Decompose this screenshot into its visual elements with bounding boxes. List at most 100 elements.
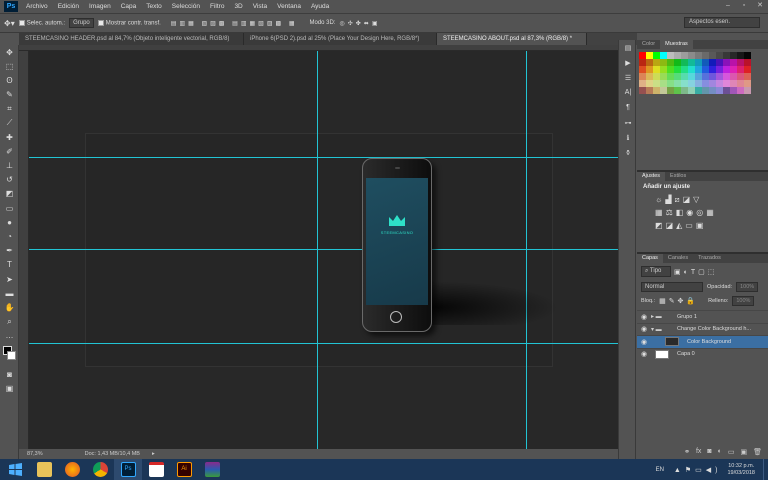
screen-mode-icon[interactable]: ▣ [0, 381, 19, 395]
clock[interactable]: 10:32 p.m. 19/03/2018 [727, 463, 755, 477]
swatch[interactable] [667, 87, 674, 94]
swatch[interactable] [737, 52, 744, 59]
invert-icon[interactable]: ◩ [655, 221, 666, 230]
taskbar-chrome[interactable] [86, 459, 114, 480]
swatch[interactable] [646, 59, 653, 66]
show-desktop-button[interactable] [763, 459, 768, 480]
swatch[interactable] [639, 80, 646, 87]
delete-layer-icon[interactable]: 🗑 [753, 448, 762, 458]
taskbar-illustrator[interactable]: Ai [170, 459, 198, 480]
swatch[interactable] [660, 80, 667, 87]
status-arrow-icon[interactable]: ▸ [152, 451, 155, 457]
swatch[interactable] [646, 52, 653, 59]
layer-row[interactable]: ◉ Capa 0 [637, 347, 768, 361]
swatch[interactable] [653, 59, 660, 66]
swatch[interactable] [660, 52, 667, 59]
swatch[interactable] [653, 52, 660, 59]
swatch[interactable] [674, 87, 681, 94]
history-icon[interactable]: ▤ [619, 40, 637, 55]
swatch[interactable] [695, 80, 702, 87]
dodge-tool-icon[interactable]: ◔ [0, 229, 19, 243]
mask-icon[interactable]: ◙ [707, 448, 711, 458]
tab-steemcasino-header[interactable]: STEEMCASINO HEADER.psd al 84,7% (Objeto … [19, 33, 244, 45]
guide-line[interactable] [526, 51, 527, 449]
paragraph-icon[interactable]: ¶ [619, 100, 637, 115]
swatch[interactable] [681, 66, 688, 73]
curves-icon[interactable]: ⧄ [675, 195, 683, 204]
tab-iphone6[interactable]: iPhone 6(PSD 2).psd al 25% (Place Your D… [244, 33, 437, 45]
swatch[interactable] [674, 66, 681, 73]
menu-archivo[interactable]: Archivo [21, 3, 53, 10]
swatch[interactable] [744, 59, 751, 66]
brush-presets-icon[interactable]: ⊶ [619, 115, 637, 130]
swatch[interactable] [723, 80, 730, 87]
menu-filtro[interactable]: Filtro [205, 3, 229, 10]
swatch[interactable] [660, 73, 667, 80]
swatch[interactable] [716, 87, 723, 94]
new-group-icon[interactable]: ▭ [728, 448, 735, 458]
brightness-icon[interactable]: ☼ [655, 195, 665, 204]
swatch[interactable] [730, 87, 737, 94]
pen-tool-icon[interactable]: ✒ [0, 244, 19, 258]
swatch[interactable] [716, 66, 723, 73]
swatch[interactable] [744, 52, 751, 59]
swatch[interactable] [709, 59, 716, 66]
swatch[interactable] [709, 80, 716, 87]
swatch[interactable] [646, 80, 653, 87]
guide-line[interactable] [29, 249, 633, 250]
tab-styles[interactable]: Estilos [665, 172, 691, 181]
swatch[interactable] [709, 66, 716, 73]
opacity-input[interactable]: 100% [736, 282, 759, 292]
menu-vista[interactable]: Vista [248, 3, 272, 10]
swatch[interactable] [730, 73, 737, 80]
selective-color-icon[interactable]: ▣ [696, 221, 707, 230]
guide-line[interactable] [29, 157, 633, 158]
tab-adjustments[interactable]: Ajustes [637, 172, 666, 181]
lasso-tool-icon[interactable]: ʘ [0, 73, 19, 87]
swatch[interactable] [737, 66, 744, 73]
tray-icons[interactable]: ▲⚑▭◀) [674, 466, 722, 474]
marquee-tool-icon[interactable]: ⬚ [0, 59, 19, 73]
swatch[interactable] [639, 73, 646, 80]
balance-icon[interactable]: ⚖ [666, 208, 676, 217]
swatch[interactable] [695, 87, 702, 94]
eyedropper-tool-icon[interactable]: ⟋ [0, 116, 19, 130]
workspace-dropdown[interactable]: Aspectos esen. [684, 17, 760, 28]
move-tool-icon[interactable]: ✥ [0, 45, 19, 59]
stamp-tool-icon[interactable]: ⊥ [0, 159, 19, 173]
taskbar-explorer[interactable] [30, 459, 58, 480]
visibility-eye-icon[interactable]: ◉ [637, 313, 651, 321]
swatch[interactable] [660, 87, 667, 94]
swatch[interactable] [639, 59, 646, 66]
start-button[interactable] [0, 459, 30, 480]
swatch[interactable] [688, 73, 695, 80]
tab-swatches[interactable]: Muestras [660, 40, 693, 49]
tab-layers[interactable]: Capas [637, 254, 663, 263]
swatch[interactable] [702, 66, 709, 73]
swatch[interactable] [716, 73, 723, 80]
swatch[interactable] [723, 73, 730, 80]
swatch[interactable] [653, 73, 660, 80]
swatch[interactable] [702, 59, 709, 66]
zoom-tool-icon[interactable]: ⌕ [0, 315, 19, 329]
exposure-icon[interactable]: ◪ [683, 195, 694, 204]
menu-ayuda[interactable]: Ayuda [306, 3, 334, 10]
filter-icons[interactable]: ▣◐T▢⬚ [674, 268, 717, 276]
swatch[interactable] [674, 59, 681, 66]
swatch[interactable] [667, 66, 674, 73]
swatch[interactable] [730, 66, 737, 73]
gradient-tool-icon[interactable]: ▭ [0, 201, 19, 215]
swatch[interactable] [744, 80, 751, 87]
bw-icon[interactable]: ◧ [676, 208, 687, 217]
quick-mask-icon[interactable]: ◙ [0, 367, 19, 381]
swatch[interactable] [681, 59, 688, 66]
new-layer-icon[interactable]: ▣ [740, 448, 747, 458]
swatch[interactable] [667, 73, 674, 80]
taskbar-winrar[interactable] [198, 459, 226, 480]
swatch[interactable] [688, 87, 695, 94]
menu-imagen[interactable]: Imagen [84, 3, 116, 10]
tab-paths[interactable]: Trazados [693, 254, 726, 263]
swatch[interactable] [709, 73, 716, 80]
gradient-map-icon[interactable]: ▭ [685, 221, 696, 230]
menu-3d[interactable]: 3D [229, 3, 247, 10]
